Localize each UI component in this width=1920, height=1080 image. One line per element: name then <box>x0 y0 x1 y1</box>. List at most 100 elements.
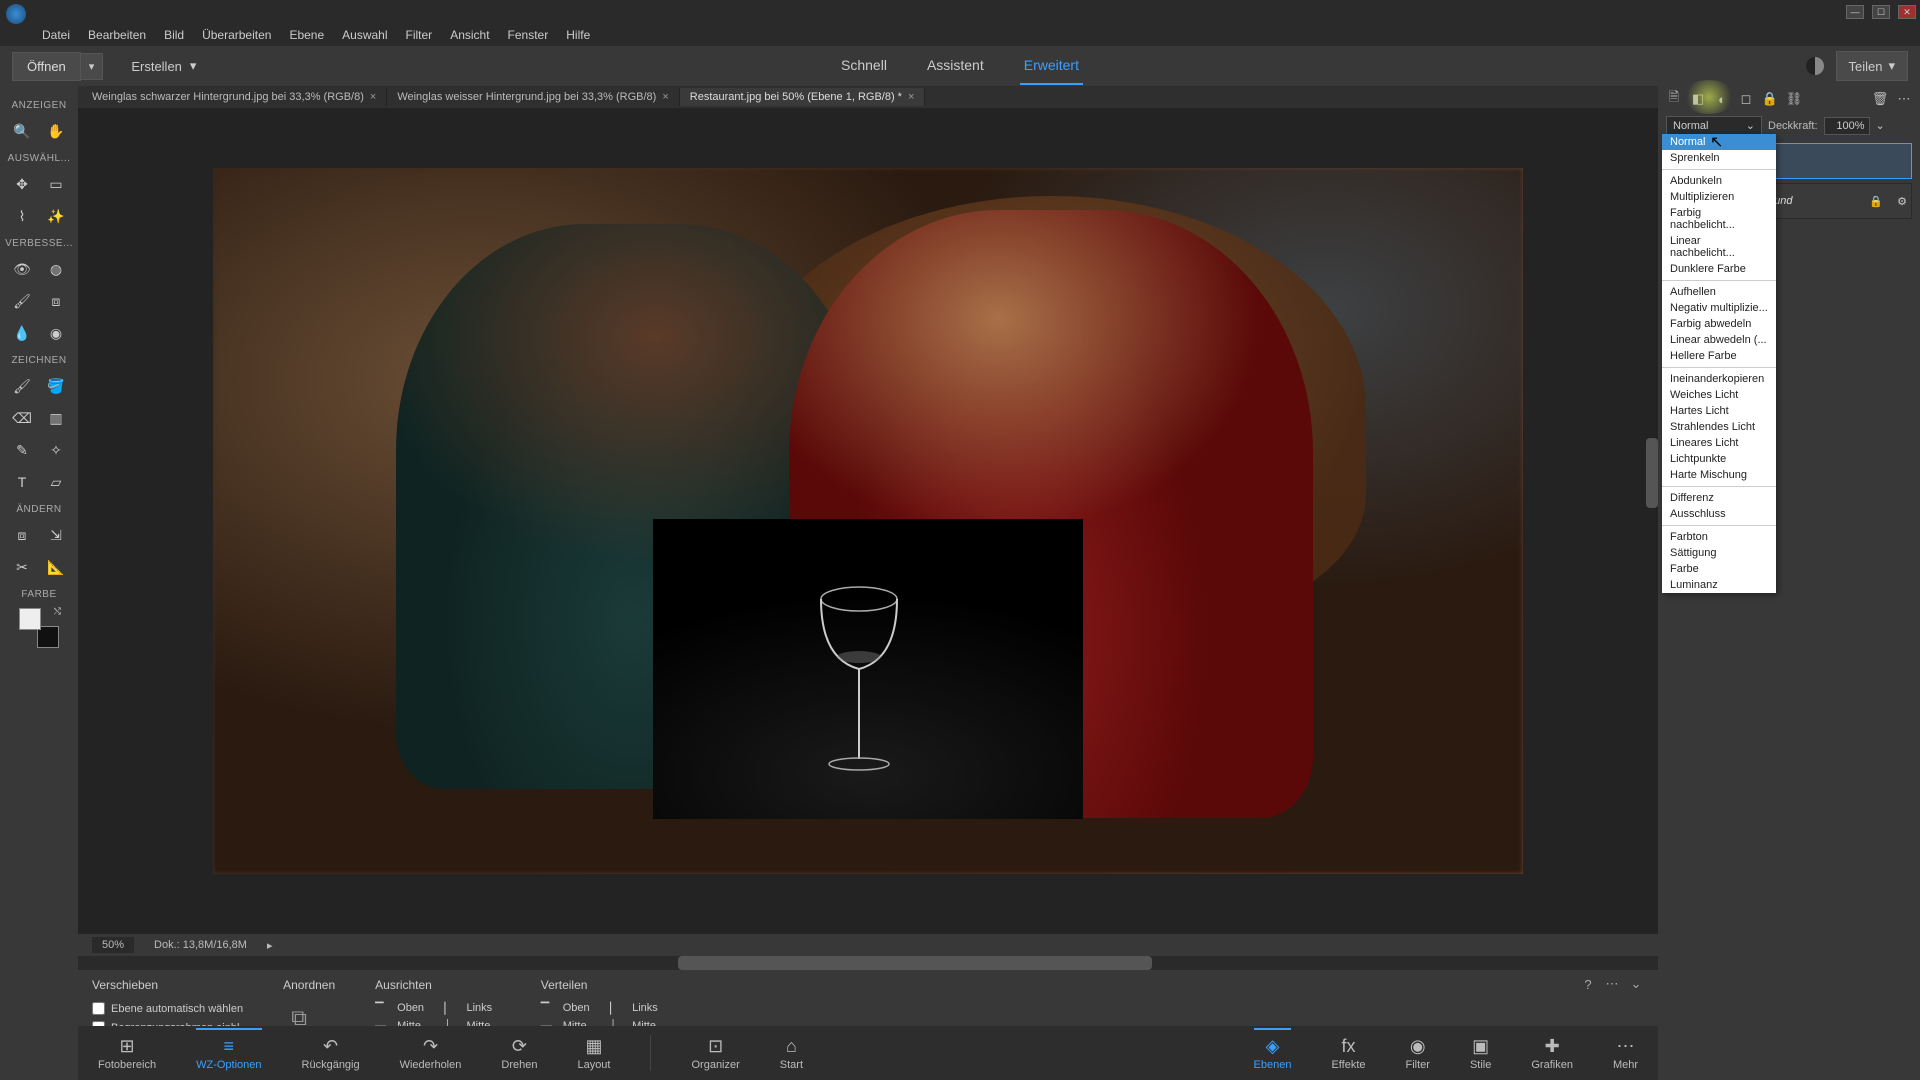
share-button[interactable]: Teilen ▾ <box>1836 51 1909 81</box>
blend-option[interactable]: Lichtpunkte <box>1662 451 1776 467</box>
document-tab[interactable]: Restaurant.jpg bei 50% (Ebene 1, RGB/8) … <box>680 88 926 106</box>
bb-effekte[interactable]: fxEffekte <box>1331 1036 1365 1071</box>
blend-option[interactable]: Aufhellen <box>1662 284 1776 300</box>
move-tool-icon[interactable]: ✥ <box>10 172 34 196</box>
adjustment-layer-icon[interactable]: ◐ <box>1714 91 1730 107</box>
blend-option[interactable]: Linear nachbelicht... <box>1662 233 1776 261</box>
theme-toggle-icon[interactable] <box>1806 57 1824 75</box>
redeye-tool-icon[interactable]: 👁 <box>10 257 34 281</box>
menu-auswahl[interactable]: Auswahl <box>334 26 395 44</box>
menu-bild[interactable]: Bild <box>156 26 192 44</box>
crop-tool-icon[interactable]: ⧈ <box>10 523 34 547</box>
options-menu-icon[interactable]: ⋯ <box>1604 976 1620 992</box>
marquee-tool-icon[interactable]: ▭ <box>44 172 68 196</box>
create-button[interactable]: Erstellen ▾ <box>121 52 206 80</box>
open-button[interactable]: Öffnen <box>12 52 81 81</box>
delete-layer-icon[interactable]: 🗑 <box>1872 91 1888 107</box>
link-layers-icon[interactable]: ⛓ <box>1786 91 1802 107</box>
bb-drehen[interactable]: ⟳Drehen <box>501 1036 537 1071</box>
bb-organizer[interactable]: ⊡Organizer <box>691 1036 739 1071</box>
mode-advanced[interactable]: Erweitert <box>1020 47 1083 85</box>
menu-filter[interactable]: Filter <box>398 26 441 44</box>
canvas-vertical-scrollbar[interactable] <box>1646 438 1658 508</box>
straighten-tool-icon[interactable]: 📐 <box>44 555 68 579</box>
canvas-horizontal-scrollbar[interactable] <box>78 956 1658 970</box>
new-layer-icon[interactable]: 🗎 <box>1666 91 1682 107</box>
gradient-tool-icon[interactable]: ▥ <box>44 406 68 430</box>
maximize-button[interactable]: ☐ <box>1872 5 1890 19</box>
blend-option[interactable]: Dunklere Farbe <box>1662 261 1776 277</box>
blend-option[interactable]: Negativ multiplizie... <box>1662 300 1776 316</box>
menu-bearbeiten[interactable]: Bearbeiten <box>80 26 154 44</box>
blend-option[interactable]: Abdunkeln <box>1662 173 1776 189</box>
mode-assist[interactable]: Assistent <box>923 47 988 85</box>
close-button[interactable]: ✕ <box>1898 5 1916 19</box>
blend-option[interactable]: Ausschluss <box>1662 506 1776 522</box>
document-tab[interactable]: Weinglas weisser Hintergrund.jpg bei 33,… <box>387 88 679 106</box>
clone-stamp-tool-icon[interactable]: ⧈ <box>44 289 68 313</box>
smart-brush-tool-icon[interactable]: 🖌 <box>10 289 34 313</box>
new-group-icon[interactable]: ◧ <box>1690 91 1706 107</box>
paint-bucket-tool-icon[interactable]: 🪣 <box>44 374 68 398</box>
blend-option[interactable]: Multiplizieren <box>1662 189 1776 205</box>
bb-stile[interactable]: ▣Stile <box>1470 1036 1491 1071</box>
blend-option[interactable]: Sprenkeln <box>1662 150 1776 166</box>
align-left-button[interactable]: ▏Links <box>445 1002 501 1014</box>
tab-close-icon[interactable]: × <box>908 91 914 103</box>
blend-option[interactable]: Farbe <box>1662 561 1776 577</box>
hand-tool-icon[interactable]: ✋ <box>44 119 68 143</box>
mode-quick[interactable]: Schnell <box>837 47 891 85</box>
shape-tool-icon[interactable]: ✧ <box>44 438 68 462</box>
pencil-tool-icon[interactable]: ✎ <box>10 438 34 462</box>
blend-option[interactable]: Sättigung <box>1662 545 1776 561</box>
canvas-area[interactable] <box>78 108 1658 934</box>
type-tool-icon[interactable]: T <box>10 470 34 494</box>
bb-wiederholen[interactable]: ↷Wiederholen <box>400 1036 462 1071</box>
menu-überarbeiten[interactable]: Überarbeiten <box>194 26 279 44</box>
panel-menu-icon[interactable]: ⋯ <box>1896 91 1912 107</box>
blend-mode-dropdown[interactable]: NormalSprenkelnAbdunkelnMultiplizierenFa… <box>1662 134 1776 593</box>
opacity-value[interactable]: 100% <box>1824 117 1870 135</box>
bb-start[interactable]: ⌂Start <box>780 1036 803 1071</box>
layer-lock-icon[interactable]: 🔒 <box>1869 195 1883 208</box>
blend-option[interactable]: Farbton <box>1662 529 1776 545</box>
tab-close-icon[interactable]: × <box>662 91 668 103</box>
bb-filter[interactable]: ◉Filter <box>1406 1036 1430 1071</box>
zoom-tool-icon[interactable]: 🔍 <box>10 119 34 143</box>
minimize-button[interactable]: — <box>1846 5 1864 19</box>
zoom-value[interactable]: 50% <box>92 937 134 953</box>
eraser-tool-icon[interactable]: ⌫ <box>10 406 34 430</box>
bb-ebenen[interactable]: ◈Ebenen <box>1254 1028 1292 1071</box>
blend-option[interactable]: Normal <box>1662 134 1776 150</box>
brush-tool-icon[interactable]: 🖌 <box>10 374 34 398</box>
bb-wz-optionen[interactable]: ≡WZ-Optionen <box>196 1028 261 1071</box>
blend-option[interactable]: Linear abwedeln (... <box>1662 332 1776 348</box>
options-collapse-icon[interactable]: ⌄ <box>1628 976 1644 992</box>
dist-top-button[interactable]: ▔Oben <box>541 1002 592 1014</box>
blur-tool-icon[interactable]: 💧 <box>10 321 34 345</box>
menu-datei[interactable]: Datei <box>34 26 78 44</box>
blend-option[interactable]: Harte Mischung <box>1662 467 1776 483</box>
swap-colors-icon[interactable]: ⤭ <box>54 606 61 617</box>
menu-ebene[interactable]: Ebene <box>281 26 332 44</box>
blend-option[interactable]: Ineinanderkopieren <box>1662 371 1776 387</box>
bb-mehr[interactable]: ⋯Mehr <box>1613 1036 1638 1071</box>
dist-left-button[interactable]: ▏Links <box>610 1002 666 1014</box>
sponge-tool-icon[interactable]: ◉ <box>44 321 68 345</box>
blend-option[interactable]: Hartes Licht <box>1662 403 1776 419</box>
scrollbar-thumb[interactable] <box>678 956 1152 970</box>
custom-shape-tool-icon[interactable]: ▱ <box>44 470 68 494</box>
blend-option[interactable]: Hellere Farbe <box>1662 348 1776 364</box>
lasso-tool-icon[interactable]: ⌇ <box>10 204 34 228</box>
blend-option[interactable]: Lineares Licht <box>1662 435 1776 451</box>
color-swatches[interactable]: ⤭ <box>19 608 59 648</box>
layer-mask-icon[interactable]: ◻ <box>1738 91 1754 107</box>
blend-option[interactable]: Farbig nachbelicht... <box>1662 205 1776 233</box>
document-tab[interactable]: Weinglas schwarzer Hintergrund.jpg bei 3… <box>82 88 387 106</box>
content-aware-tool-icon[interactable]: ✂ <box>10 555 34 579</box>
help-icon[interactable]: ? <box>1580 976 1596 992</box>
blend-option[interactable]: Farbig abwedeln <box>1662 316 1776 332</box>
recompose-tool-icon[interactable]: ⇲ <box>44 523 68 547</box>
foreground-color-swatch[interactable] <box>19 608 41 630</box>
tab-close-icon[interactable]: × <box>370 91 376 103</box>
